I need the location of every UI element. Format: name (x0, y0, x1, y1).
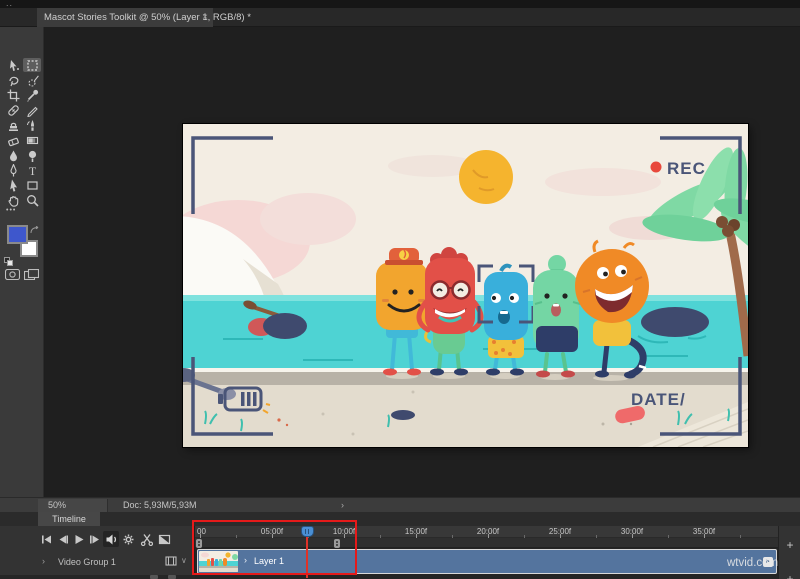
track-options-caret-icon[interactable]: ∨ (181, 556, 187, 565)
rec-dot-icon (651, 162, 662, 173)
track-label: Video Group 1 (58, 557, 116, 567)
document-tab-title: Mascot Stories Toolkit @ 50% (Layer 1, R… (44, 12, 251, 23)
type-tool[interactable]: T (23, 163, 41, 177)
transition-button[interactable] (156, 531, 172, 547)
status-chevron-icon[interactable]: › (341, 499, 344, 512)
spot-healing-brush-tool[interactable] (4, 103, 22, 117)
tools-panel: T ••• (0, 27, 44, 497)
svg-text:T: T (28, 164, 36, 177)
document-canvas[interactable]: REC DATE/ (183, 124, 748, 447)
audio-track-icon (150, 575, 158, 579)
blur-tool[interactable] (4, 148, 22, 162)
swap-colors-icon[interactable] (30, 223, 40, 241)
history-brush-tool[interactable] (23, 118, 41, 132)
rec-label: REC (667, 159, 706, 178)
track-filmstrip-icon[interactable] (165, 555, 177, 569)
timeline-left-panel: › Video Group 1 ∨ (0, 526, 195, 579)
document-tab-bar: Mascot Stories Toolkit @ 50% (Layer 1, R… (0, 8, 800, 27)
eraser-tool[interactable] (4, 133, 22, 147)
play-button[interactable] (70, 531, 86, 547)
annotation-red-rectangle (192, 520, 357, 575)
rectangular-marquee-tool[interactable] (23, 58, 41, 72)
track-row-video-group[interactable]: › Video Group 1 ∨ (0, 552, 195, 573)
status-bar: 50% Doc: 5,93M/5,93M › (0, 497, 800, 512)
timeline-settings-gear-icon[interactable] (120, 531, 136, 547)
gradient-tool[interactable] (23, 133, 41, 147)
pen-tool[interactable] (4, 163, 22, 177)
beach-scene-illustration: REC DATE/ (183, 124, 748, 447)
foreground-color-swatch[interactable] (7, 225, 28, 244)
zoom-tool[interactable] (23, 193, 41, 207)
quick-mask-icon[interactable] (5, 267, 20, 285)
split-at-playhead-scissors-icon[interactable] (138, 531, 154, 547)
timeline-panel-header: Timeline (0, 512, 800, 526)
timeline-panel: › Video Group 1 ∨ 00 05:00f 10:00f 15:00… (0, 526, 800, 579)
window-top-strip: .. (0, 0, 800, 8)
crop-tool[interactable] (4, 88, 22, 102)
timeline-right-column: + + (778, 526, 800, 579)
go-to-first-frame-button[interactable] (38, 531, 54, 547)
pencil-tool[interactable] (23, 103, 41, 117)
lasso-tool[interactable] (4, 73, 22, 87)
hand-tool[interactable] (4, 193, 22, 207)
screen-mode-icon[interactable] (24, 267, 39, 285)
photoshop-window: .. Mascot Stories Toolkit @ 50% (Layer 1… (0, 0, 800, 579)
dodge-tool[interactable] (23, 148, 41, 162)
watermark-text: wtvid.com (727, 557, 778, 569)
document-tab[interactable]: Mascot Stories Toolkit @ 50% (Layer 1, R… (37, 8, 213, 27)
path-selection-tool[interactable] (4, 178, 22, 192)
clone-stamp-tool[interactable] (4, 118, 22, 132)
track-expander-icon[interactable]: › (42, 556, 45, 566)
eyedropper-tool[interactable] (23, 88, 41, 102)
add-media-button-2[interactable]: + (783, 572, 797, 579)
window-corner-dots: .. (6, 0, 13, 8)
edit-toolbar-ellipsis-icon[interactable]: ••• (6, 207, 16, 214)
tab-timeline[interactable]: Timeline (38, 512, 100, 526)
audio-track-options-icon (168, 575, 176, 579)
tab-close-icon[interactable]: × (202, 8, 208, 27)
document-size-info: Doc: 5,93M/5,93M (123, 499, 197, 512)
add-media-button[interactable]: + (783, 538, 797, 552)
canvas-area: REC DATE/ (45, 27, 800, 497)
move-tool[interactable] (4, 58, 22, 72)
rectangle-shape-tool[interactable] (23, 178, 41, 192)
quick-selection-tool[interactable] (23, 73, 41, 87)
zoom-level-field[interactable]: 50% (38, 499, 108, 512)
go-to-previous-frame-button[interactable] (54, 531, 70, 547)
mute-audio-button[interactable] (103, 531, 119, 547)
go-to-next-frame-button[interactable] (86, 531, 102, 547)
